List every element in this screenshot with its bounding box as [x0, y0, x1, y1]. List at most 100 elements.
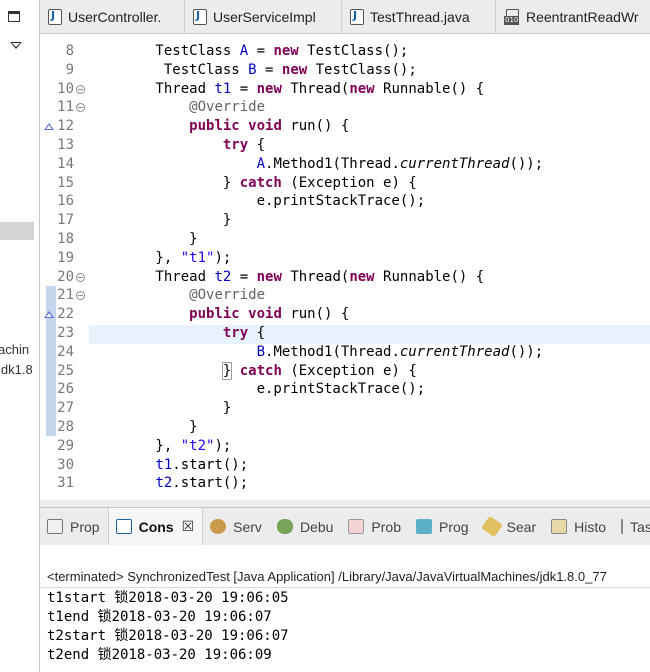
tree-item-text[interactable]: jdk1.8 [0, 362, 33, 377]
tab-progress[interactable]: Prog [409, 508, 477, 546]
code-line[interactable]: 29 }, "t2"); [40, 437, 650, 456]
code-text[interactable]: e.printStackTrace(); [88, 380, 426, 399]
code-line[interactable]: 14 A.Method1(Thread.currentThread()); [40, 155, 650, 174]
code-line[interactable]: 31 t2.start(); [40, 474, 650, 493]
console-output-line[interactable]: t2start 锁2018-03-20 19:06:07 [47, 625, 289, 645]
code-line[interactable]: 26 e.printStackTrace(); [40, 380, 650, 399]
code-text[interactable]: } catch (Exception e) { [88, 174, 417, 193]
tab-user-service-impl[interactable]: UserServiceImpl [185, 0, 342, 34]
code-text[interactable]: }, "t1"); [88, 249, 231, 268]
tab-properties[interactable]: Prop [40, 508, 108, 546]
code-text[interactable]: TestClass B = new TestClass(); [88, 61, 417, 80]
view-menu-icon[interactable] [10, 42, 22, 49]
code-text[interactable]: TestClass A = new TestClass(); [88, 42, 408, 61]
code-text[interactable]: try { [88, 324, 265, 343]
tab-user-controller[interactable]: UserController. [40, 0, 185, 34]
console-output-line[interactable]: t2end 锁2018-03-20 19:06:09 [47, 644, 272, 664]
progress-icon [415, 519, 432, 534]
fold-toggle-icon[interactable] [76, 291, 85, 301]
line-number: 23 [57, 325, 74, 341]
line-number: 26 [57, 381, 74, 398]
console-view[interactable]: <terminated> SynchronizedTest [Java Appl… [40, 545, 650, 672]
code-text[interactable]: } [88, 418, 197, 437]
code-text[interactable]: public void run() { [88, 117, 349, 136]
tab-reentrant-read-write[interactable]: ReentrantReadWr [496, 0, 650, 34]
code-line[interactable]: 19 }, "t1"); [40, 249, 650, 268]
code-line[interactable]: 11 @Override [40, 98, 650, 117]
tab-problems[interactable]: Prob [341, 508, 409, 546]
line-number: 19 [57, 249, 74, 266]
fold-toggle-icon[interactable] [76, 103, 85, 113]
code-line[interactable]: 18 } [40, 230, 650, 249]
code-line[interactable]: 16 e.printStackTrace(); [40, 192, 650, 211]
code-text[interactable]: } [88, 399, 231, 418]
code-text[interactable]: } [88, 230, 197, 249]
console-output-line[interactable]: t1start 锁2018-03-20 19:06:05 [47, 587, 289, 607]
search-icon [480, 515, 503, 538]
tab-history[interactable]: Histo [544, 508, 614, 546]
code-line[interactable]: 30 t1.start(); [40, 456, 650, 475]
code-text[interactable]: A.Method1(Thread.currentThread()); [88, 155, 544, 174]
tab-label: UserServiceImpl [213, 9, 316, 25]
window-icon[interactable] [8, 11, 20, 22]
java-file-icon [48, 9, 62, 25]
code-line[interactable]: 24 B.Method1(Thread.currentThread()); [40, 343, 650, 362]
tab-search[interactable]: Sear [477, 508, 545, 546]
console-output-line[interactable]: t1end 锁2018-03-20 19:06:07 [47, 606, 272, 626]
tab-label: Debu [299, 518, 334, 535]
code-line[interactable]: 12 public void run() { [40, 117, 650, 136]
code-text[interactable]: }, "t2"); [88, 437, 231, 456]
tab-label: Cons [138, 518, 174, 535]
line-number: 30 [57, 456, 74, 473]
code-line[interactable]: 20 Thread t2 = new Thread(new Runnable()… [40, 268, 650, 287]
code-line[interactable]: 27 } [40, 399, 650, 418]
code-text[interactable]: } [88, 211, 231, 230]
code-line[interactable]: 13 try { [40, 136, 650, 155]
code-text[interactable]: t1.start(); [88, 456, 248, 475]
code-line[interactable]: 15 } catch (Exception e) { [40, 174, 650, 193]
fold-toggle-icon[interactable] [76, 84, 85, 94]
line-number: 24 [57, 343, 74, 360]
selected-tree-item[interactable] [0, 222, 34, 240]
code-line[interactable]: 21 @Override [40, 286, 650, 305]
tab-debug[interactable]: Debu [270, 508, 341, 546]
code-text[interactable]: @Override [88, 98, 265, 117]
line-number: 14 [57, 155, 74, 172]
code-line[interactable]: 23 try { [40, 324, 650, 343]
code-line[interactable]: 28 } [40, 418, 650, 437]
code-line[interactable]: 9 TestClass B = new TestClass(); [40, 61, 650, 80]
code-text[interactable]: Thread t2 = new Thread(new Runnable() { [88, 268, 484, 287]
tab-label: TestThread.java [370, 9, 470, 25]
tab-servers[interactable]: Serv [203, 508, 270, 546]
tab-label: UserController. [68, 9, 162, 25]
fold-toggle-icon[interactable] [76, 272, 85, 282]
servers-icon [210, 519, 227, 534]
package-explorer-panel: achin jdk1.8 [0, 0, 40, 672]
code-editor[interactable]: 8 TestClass A = new TestClass(); 9 TestCl… [40, 34, 650, 500]
tab-label: Sear [506, 518, 537, 535]
tree-item-text[interactable]: achin [0, 342, 29, 357]
problems-icon [348, 519, 365, 534]
code-line[interactable]: 17 } [40, 211, 650, 230]
code-text[interactable]: try { [88, 136, 265, 155]
code-line[interactable]: 8 TestClass A = new TestClass(); [40, 42, 650, 61]
code-text[interactable]: B.Method1(Thread.currentThread()); [88, 343, 544, 362]
code-text[interactable]: t2.start(); [88, 474, 248, 493]
tab-tasks[interactable]: Tas [614, 508, 650, 546]
close-icon[interactable]: ☒ [182, 518, 195, 535]
line-number: 27 [57, 400, 74, 417]
code-text[interactable]: Thread t1 = new Thread(new Runnable() { [88, 80, 484, 99]
tab-label: Prob [371, 518, 401, 535]
code-text[interactable]: } catch (Exception e) { [88, 361, 417, 381]
code-text[interactable]: public void run() { [88, 305, 349, 324]
line-number: 29 [57, 437, 74, 454]
line-number: 28 [57, 419, 74, 435]
tab-test-thread[interactable]: TestThread.java [342, 0, 496, 34]
code-text[interactable]: @Override [88, 286, 265, 305]
line-number: 20 [57, 268, 74, 285]
code-text[interactable]: e.printStackTrace(); [88, 192, 426, 211]
code-line[interactable]: 10 Thread t1 = new Thread(new Runnable()… [40, 80, 650, 99]
tab-console[interactable]: Cons ☒ [107, 507, 204, 546]
code-line[interactable]: 25 } catch (Exception e) { [40, 361, 650, 381]
code-line[interactable]: 22 public void run() { [40, 305, 650, 324]
